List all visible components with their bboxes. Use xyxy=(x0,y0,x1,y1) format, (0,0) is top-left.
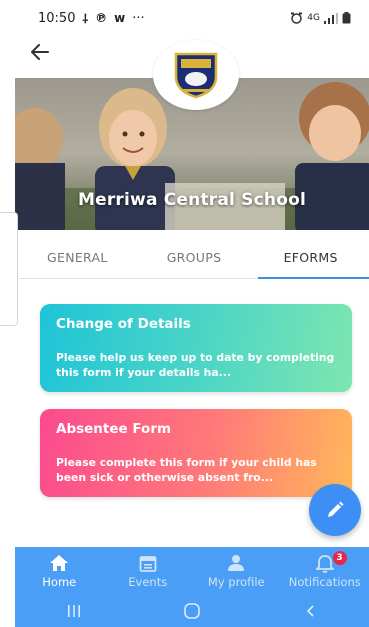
nav-label: My profile xyxy=(207,575,265,589)
form-card-absentee[interactable]: Absentee Form Please complete this form … xyxy=(40,409,352,497)
system-navigation-bar xyxy=(15,595,369,627)
network-type: 4G xyxy=(307,13,320,23)
school-logo xyxy=(153,40,239,110)
notification-count-badge: 3 xyxy=(332,551,347,565)
nav-label: Notifications xyxy=(288,575,361,589)
battery-icon xyxy=(342,12,351,24)
form-description: Please complete this form if your child … xyxy=(56,456,317,484)
nav-home[interactable]: Home xyxy=(15,547,104,595)
chevron-left-icon xyxy=(306,605,314,617)
nav-my-profile[interactable]: My profile xyxy=(192,547,281,595)
status-time: 10:50 xyxy=(38,10,76,26)
school-name: Merriwa Central School xyxy=(78,190,306,210)
alarm-icon xyxy=(291,12,303,24)
calendar-icon xyxy=(139,553,157,573)
bottom-navigation: Home Events My profile 3 Notifications xyxy=(15,547,369,595)
status-bar: 10:50 ⸸ ℗ w ··· 4G xyxy=(0,0,369,36)
nav-events[interactable]: Events xyxy=(104,547,193,595)
nav-notifications[interactable]: 3 Notifications xyxy=(281,547,369,595)
home-system-button[interactable] xyxy=(177,601,207,621)
notification-icon-1: ⸸ xyxy=(82,11,89,26)
person-icon xyxy=(227,553,245,573)
form-description: Please help us keep up to date by comple… xyxy=(56,351,335,379)
nav-label: Home xyxy=(42,575,77,589)
section-tabs: GENERAL GROUPS EFORMS xyxy=(19,236,369,279)
recent-apps-icon xyxy=(68,605,80,617)
back-button[interactable] xyxy=(28,40,52,64)
side-drawer-handle[interactable] xyxy=(0,212,18,326)
compose-button[interactable] xyxy=(309,484,361,536)
form-title: Absentee Form xyxy=(56,421,172,437)
form-card-change-of-details[interactable]: Change of Details Please help us keep up… xyxy=(40,304,352,392)
more-notifications-icon: ··· xyxy=(132,10,145,26)
signal-icon xyxy=(324,12,338,24)
school-crest-icon xyxy=(174,52,218,99)
arrow-left-icon xyxy=(31,44,49,60)
bell-icon xyxy=(315,553,334,573)
recent-apps-button[interactable] xyxy=(59,601,89,621)
status-right: 4G xyxy=(290,12,351,24)
back-system-button[interactable] xyxy=(295,601,325,621)
form-title: Change of Details xyxy=(56,316,191,332)
w-app-icon: w xyxy=(114,11,126,25)
nav-label: Events xyxy=(128,575,168,589)
status-left: 10:50 ⸸ ℗ w ··· xyxy=(38,10,145,27)
home-icon xyxy=(49,553,69,573)
pinterest-icon: ℗ xyxy=(95,11,108,25)
pencil-icon xyxy=(328,501,344,517)
tab-eforms[interactable]: EFORMS xyxy=(252,236,369,279)
home-circle-icon xyxy=(184,603,200,619)
tab-groups[interactable]: GROUPS xyxy=(136,236,253,278)
tab-general[interactable]: GENERAL xyxy=(19,236,136,278)
